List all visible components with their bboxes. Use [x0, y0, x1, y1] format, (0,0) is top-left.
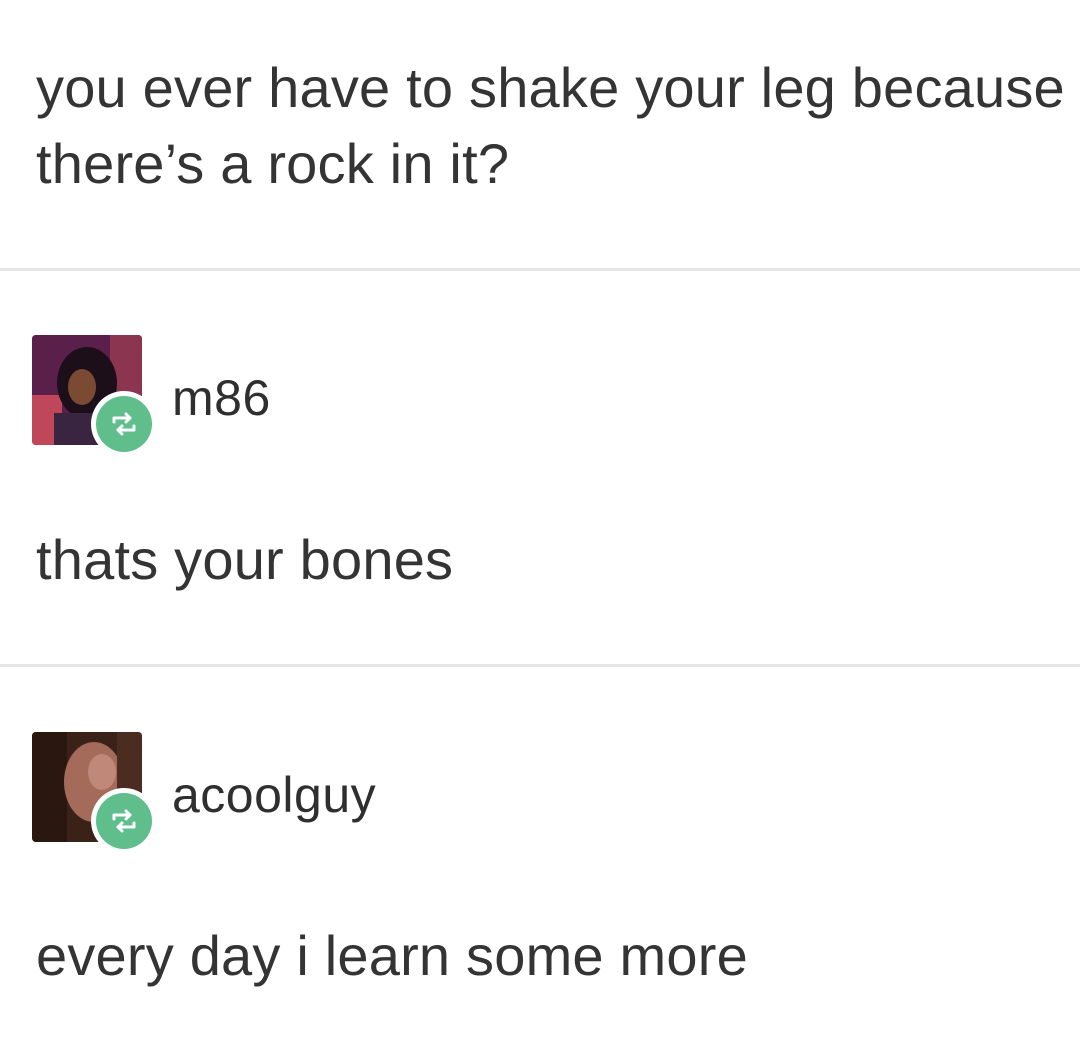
- reblog-icon: [112, 412, 136, 436]
- divider: [0, 664, 1080, 667]
- username-link[interactable]: acoolguy: [172, 765, 376, 825]
- reblog-icon: [112, 809, 136, 833]
- original-post-text: you ever have to shake your leg because …: [36, 56, 1065, 195]
- reblog-badge: [91, 391, 157, 457]
- reply-text: thats your bones: [36, 528, 454, 591]
- reblog-header: m86: [32, 335, 732, 465]
- username-link[interactable]: m86: [172, 368, 271, 428]
- reply-text: every day i learn some more: [36, 924, 748, 987]
- reblog-header: acoolguy: [32, 732, 732, 862]
- reblog-badge: [91, 788, 157, 854]
- divider: [0, 268, 1080, 271]
